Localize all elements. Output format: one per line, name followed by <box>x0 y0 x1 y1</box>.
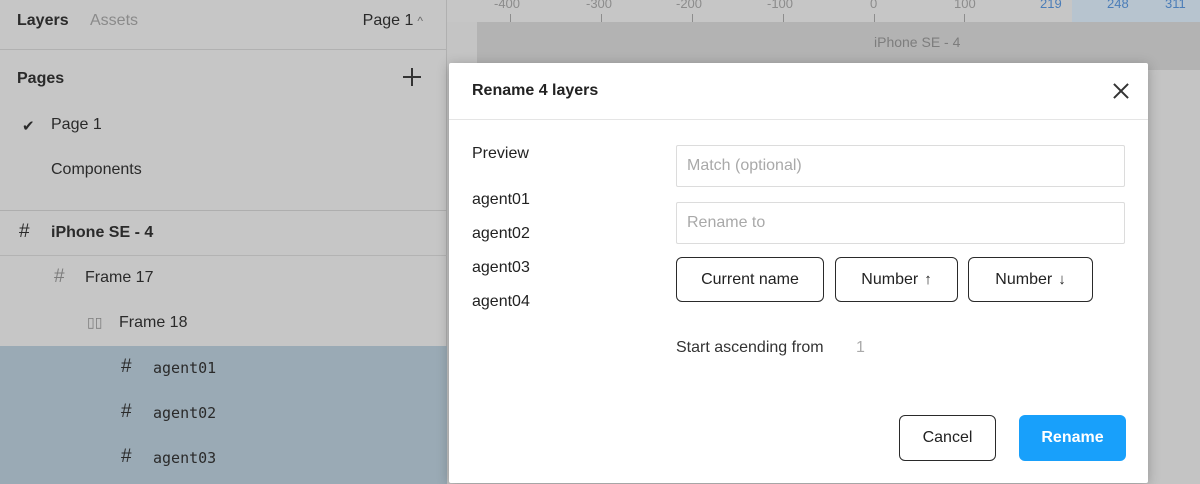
ruler-tick-mark <box>874 14 875 22</box>
preview-title: Preview <box>472 145 529 162</box>
layers-panel: Layers Assets Page 1 ^ Pages ✔ Page 1 Com… <box>0 0 447 484</box>
start-ascending-label: Start ascending from <box>676 339 824 356</box>
preview-item: agent04 <box>472 293 530 310</box>
arrow-down-icon: ↓ <box>1058 271 1066 288</box>
ruler-tick: 100 <box>954 0 976 11</box>
arrow-up-icon: ↑ <box>924 271 932 288</box>
frame-label[interactable]: iPhone SE - 4 <box>874 34 960 50</box>
rename-to-input[interactable] <box>676 202 1125 244</box>
ruler-tick: -400 <box>494 0 521 11</box>
add-page-icon[interactable] <box>401 66 423 88</box>
ruler-tick-mark <box>783 14 784 22</box>
rename-layers-dialog: Rename 4 layers Preview agent01 agent02 … <box>449 63 1148 483</box>
number-descending-button[interactable]: Number ↓ <box>968 257 1093 302</box>
number-descending-label: Number <box>995 270 1053 288</box>
frame-icon: # <box>121 446 132 467</box>
frame-icon: # <box>121 401 132 422</box>
layer-label: iPhone SE - 4 <box>51 224 154 241</box>
layer-row-iphone-se-4[interactable]: # iPhone SE - 4 <box>0 211 447 256</box>
frame-icon: # <box>121 356 132 377</box>
dialog-title: Rename 4 layers <box>472 82 599 99</box>
tab-assets[interactable]: Assets <box>90 12 138 30</box>
horizontal-ruler: -400 -300 -200 -100 0 100 219 248 311 <box>447 0 1200 22</box>
page-item-components[interactable]: Components <box>51 161 142 179</box>
cancel-button[interactable]: Cancel <box>899 415 996 461</box>
layer-row-agent02[interactable]: # agent02 <box>0 391 447 436</box>
close-icon[interactable] <box>1109 79 1133 103</box>
ruler-tick: -100 <box>767 0 794 11</box>
preview-item: agent02 <box>472 225 530 242</box>
ruler-tick-mark <box>692 14 693 22</box>
pages-heading: Pages <box>17 70 65 87</box>
layer-label: agent03 <box>153 449 217 467</box>
ruler-tick-mark <box>964 14 965 22</box>
preview-item: agent03 <box>472 259 530 276</box>
rename-button[interactable]: Rename <box>1019 415 1126 461</box>
panel-tabs: Layers Assets Page 1 ^ <box>0 0 447 50</box>
start-ascending-value[interactable]: 1 <box>856 339 865 357</box>
layer-row-agent03[interactable]: # agent03 <box>0 436 447 484</box>
ruler-tick-mark <box>601 14 602 22</box>
page-selector-label: Page 1 <box>362 12 414 29</box>
frame-icon: # <box>19 221 30 242</box>
match-input[interactable] <box>676 145 1125 187</box>
layer-label: agent01 <box>153 359 217 377</box>
page-item-page-1[interactable]: Page 1 <box>51 116 102 134</box>
auto-layout-icon: ▯▯ <box>87 314 103 330</box>
ruler-tick: 248 <box>1107 0 1129 11</box>
layer-row-frame-18[interactable]: ▯▯ Frame 18 <box>0 301 447 346</box>
layer-label: agent02 <box>153 404 217 422</box>
ruler-tick-mark <box>510 14 511 22</box>
preview-item: agent01 <box>472 191 530 208</box>
ruler-tick: 311 <box>1165 0 1186 11</box>
current-name-label: Current name <box>701 270 799 288</box>
ruler-tick: 0 <box>870 0 878 11</box>
tab-layers[interactable]: Layers <box>17 12 69 30</box>
frame-icon: # <box>54 266 65 287</box>
chevron-up-icon: ^ <box>417 14 423 28</box>
number-ascending-label: Number <box>861 270 919 288</box>
layer-label: Frame 17 <box>85 269 154 286</box>
number-ascending-button[interactable]: Number ↑ <box>835 257 958 302</box>
current-name-button[interactable]: Current name <box>676 257 824 302</box>
layer-row-frame-17[interactable]: # Frame 17 <box>0 256 447 301</box>
ruler-tick: -200 <box>676 0 703 11</box>
checkmark-icon: ✔ <box>22 118 35 135</box>
dialog-header: Rename 4 layers <box>449 63 1148 120</box>
page-selector[interactable]: Page 1 ^ <box>363 12 423 30</box>
layer-row-agent01[interactable]: # agent01 <box>0 346 447 391</box>
ruler-tick: 219 <box>1040 0 1062 11</box>
layer-label: Frame 18 <box>119 314 188 331</box>
ruler-tick: -300 <box>586 0 613 11</box>
